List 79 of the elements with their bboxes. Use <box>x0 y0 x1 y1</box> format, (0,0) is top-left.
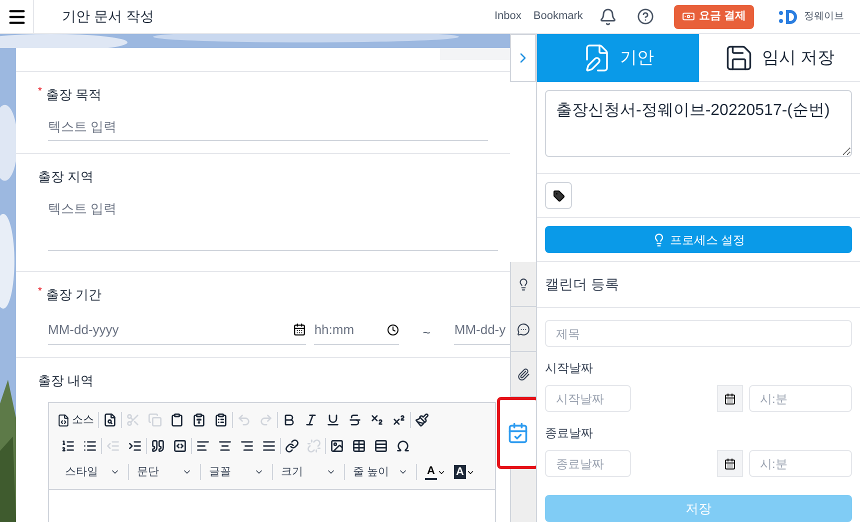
logo-icon <box>778 8 800 26</box>
clipboard-icon[interactable] <box>170 413 184 427</box>
help-icon[interactable] <box>636 8 654 25</box>
bell-icon[interactable] <box>598 8 617 26</box>
speech-bubble-icon <box>517 322 530 336</box>
calendar-icon <box>293 323 306 336</box>
paperclip-icon <box>517 368 530 380</box>
text-input[interactable]: 텍스트 입력 <box>48 116 488 141</box>
numbered-list-icon[interactable] <box>61 439 75 453</box>
date-input[interactable]: 종료날짜 <box>545 450 631 477</box>
field-label: 출장 내역 <box>38 372 94 390</box>
date-input[interactable]: 시작날짜 <box>545 385 631 412</box>
clipboard-list-icon[interactable] <box>214 413 228 427</box>
subscript-icon[interactable] <box>370 413 384 427</box>
placeholder-text: MM-dd-yyyy <box>48 321 119 339</box>
banknote-icon <box>682 10 695 23</box>
code-block-icon[interactable] <box>173 439 187 453</box>
calendar-check-icon <box>507 422 529 444</box>
align-center-icon[interactable] <box>218 439 232 453</box>
placeholder-text: hh:mm <box>314 321 354 339</box>
italic-icon[interactable] <box>304 413 318 427</box>
background-color-button[interactable]: A <box>454 465 475 479</box>
clock-icon <box>386 324 399 336</box>
time-input[interactable]: 시:분 <box>749 450 852 477</box>
align-justify-icon[interactable] <box>262 439 276 453</box>
preview-icon[interactable] <box>103 413 117 427</box>
date-field[interactable]: MM-dd-yyyy <box>48 320 306 344</box>
time-field[interactable]: hh:mm <box>314 320 399 344</box>
bold-icon[interactable] <box>282 413 296 427</box>
field-label: 출장 지역 <box>38 168 94 186</box>
field-label: 출장 기간 <box>46 286 102 304</box>
page-title: 기안 문서 작성 <box>62 7 154 26</box>
calendar-tab[interactable] <box>497 397 539 469</box>
align-left-icon[interactable] <box>196 439 210 453</box>
align-right-icon[interactable] <box>240 439 254 453</box>
text-area[interactable]: 텍스트 입력 <box>48 198 498 250</box>
paintbrush-icon[interactable] <box>415 413 429 427</box>
nav-link[interactable]: Inbox <box>494 8 522 25</box>
color-letter: A <box>425 464 437 480</box>
field-label: 종료날짜 <box>545 425 594 442</box>
calendar-button[interactable] <box>717 450 743 477</box>
calendar-icon <box>724 458 736 470</box>
format-dropdown[interactable]: 스타일 <box>57 464 129 480</box>
section-title: 캘린더 등록 <box>545 275 619 294</box>
image-icon[interactable] <box>330 439 344 453</box>
required-mark: * <box>38 85 42 97</box>
omega-icon[interactable] <box>396 439 410 453</box>
document-title-field[interactable]: 출장신청서-정웨이브-20220517-(순번) <box>545 90 852 157</box>
underline-icon[interactable] <box>326 413 340 427</box>
field-label: 출장 목적 <box>46 86 102 104</box>
tag-button[interactable] <box>545 182 572 209</box>
lightbulb-icon <box>517 278 530 290</box>
required-mark: * <box>38 284 42 296</box>
source-code-icon <box>57 414 70 426</box>
tag-icon <box>552 190 564 202</box>
range-separator: ~ <box>422 324 430 342</box>
quote-icon[interactable] <box>151 439 165 453</box>
calendar-icon <box>724 392 736 404</box>
calendar-button[interactable] <box>717 385 743 412</box>
format-dropdown[interactable]: 줄 높이 <box>345 464 417 480</box>
source-button[interactable]: 소스 <box>57 412 94 428</box>
nav-link[interactable]: Bookmark <box>533 8 583 25</box>
color-letter: A <box>454 465 466 479</box>
bullet-list-icon[interactable] <box>83 439 97 453</box>
title-input[interactable]: 제목 <box>545 320 852 347</box>
user-name: 정웨이브 <box>804 10 844 24</box>
link-icon[interactable] <box>285 439 299 453</box>
format-dropdown[interactable]: 글꼴 <box>201 464 273 480</box>
strikethrough-icon[interactable] <box>348 413 362 427</box>
clipboard-text-icon[interactable] <box>192 413 206 427</box>
indent-icon[interactable] <box>128 439 142 453</box>
text-color-button[interactable]: A <box>425 464 446 480</box>
superscript-icon[interactable] <box>392 413 406 427</box>
format-dropdown[interactable]: 크기 <box>273 464 345 480</box>
placeholder-text: MM-dd-y <box>454 322 506 337</box>
format-dropdown[interactable]: 문단 <box>129 464 201 480</box>
field-label: 시작날짜 <box>545 360 594 377</box>
time-input[interactable]: 시:분 <box>749 385 852 412</box>
table-icon[interactable] <box>352 439 366 453</box>
